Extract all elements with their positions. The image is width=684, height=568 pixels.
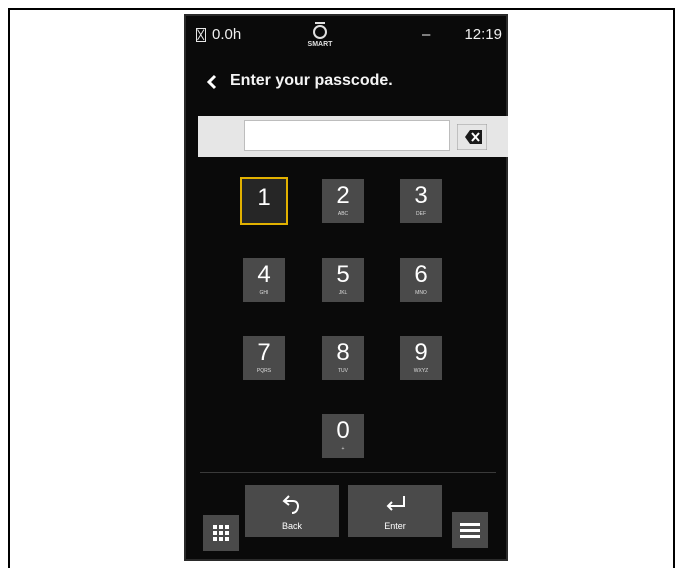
hour-meter: 0.0h	[212, 26, 242, 43]
key-digit: 5	[336, 261, 350, 288]
page-title: Enter your passcode.	[230, 72, 393, 89]
clock: 12:19	[464, 26, 502, 43]
key-digit: 0	[336, 417, 350, 444]
key-digit: 7	[257, 339, 271, 366]
grid-icon	[213, 525, 229, 541]
key-8[interactable]: 8 TUV	[322, 336, 364, 380]
enter-button[interactable]: Enter	[348, 485, 442, 537]
apps-grid-button[interactable]	[203, 515, 239, 551]
enter-arrow-icon	[386, 496, 405, 511]
key-letters: WXYZ	[413, 368, 429, 374]
passcode-input-area	[198, 116, 508, 157]
key-digit: 3	[414, 182, 428, 209]
menu-button[interactable]	[452, 512, 488, 548]
key-3[interactable]: 3 DEF	[400, 179, 442, 223]
key-digit: 8	[336, 339, 350, 366]
key-letters: GHI	[259, 290, 269, 296]
key-letters: TUV	[338, 368, 348, 374]
key-6[interactable]: 6 MNO	[400, 258, 442, 302]
title-row: Enter your passcode.	[186, 68, 506, 98]
status-dash: –	[422, 26, 431, 43]
key-4[interactable]: 4 GHI	[243, 258, 285, 302]
enter-label: Enter	[384, 521, 406, 531]
key-digit: 6	[414, 261, 428, 288]
key-letters: JKL	[338, 290, 348, 296]
key-digit: 2	[336, 182, 350, 209]
key-letters: DEF	[416, 211, 426, 217]
device-screen: 0.0h SMART – 12:19 Enter your passcode. …	[184, 14, 508, 561]
key-digit: 9	[414, 339, 428, 366]
hamburger-menu-icon	[460, 523, 480, 538]
key-1[interactable]: 1	[240, 177, 288, 225]
key-letters: MNO	[415, 290, 427, 296]
divider	[200, 472, 496, 473]
backspace-icon	[456, 123, 488, 151]
key-0[interactable]: 0 +	[322, 414, 364, 458]
back-label: Back	[281, 521, 302, 531]
backspace-button[interactable]	[456, 123, 488, 151]
key-9[interactable]: 9 WXYZ	[400, 336, 442, 380]
smart-logo-icon: SMART	[300, 20, 340, 50]
key-letters: PQRS	[256, 368, 272, 374]
undo-icon	[282, 495, 299, 514]
chevron-left-icon[interactable]	[206, 74, 218, 95]
key-7[interactable]: 7 PQRS	[243, 336, 285, 380]
passcode-input[interactable]	[244, 120, 450, 151]
key-letters: +	[341, 446, 345, 452]
key-5[interactable]: 5 JKL	[322, 258, 364, 302]
status-bar: 0.0h SMART – 12:19	[186, 16, 506, 52]
key-2[interactable]: 2 ABC	[322, 179, 364, 223]
key-digit: 4	[257, 261, 271, 288]
key-letters: ABC	[337, 211, 349, 217]
hourglass-icon	[196, 28, 206, 42]
smart-logo-text: SMART	[307, 41, 333, 48]
back-button[interactable]: Back	[245, 485, 339, 537]
key-digit: 1	[257, 184, 271, 211]
